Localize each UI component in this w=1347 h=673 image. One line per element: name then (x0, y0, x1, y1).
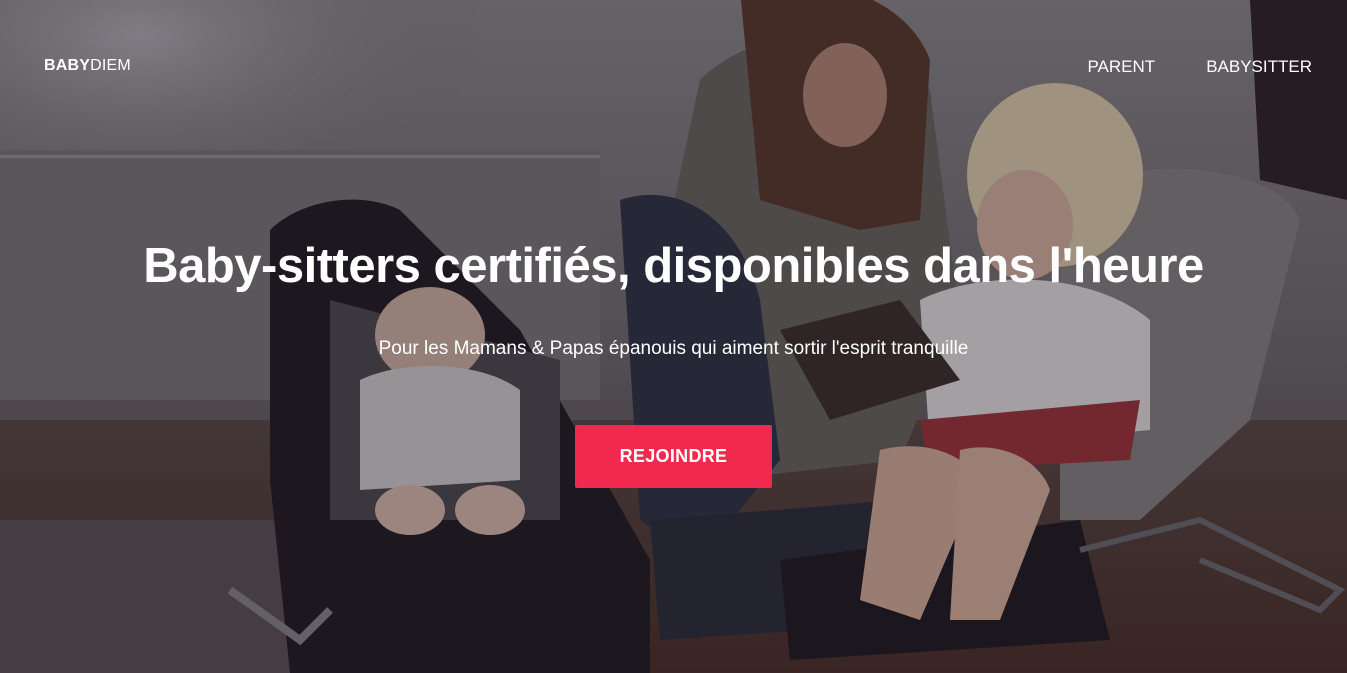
logo-bold-text: BABY (44, 57, 91, 74)
brand-logo[interactable]: BABYDIEM (44, 57, 131, 75)
top-navigation: BABYDIEM PARENT BABYSITTER (0, 0, 1347, 134)
nav-link-parent[interactable]: PARENT (1087, 57, 1155, 77)
hero-headline: Baby-sitters certifiés, disponibles dans… (143, 239, 1204, 293)
join-button[interactable]: REJOINDRE (575, 425, 772, 488)
hero-section: BABYDIEM PARENT BABYSITTER Baby-sitters … (0, 0, 1347, 673)
hero-subtitle: Pour les Mamans & Papas épanouis qui aim… (378, 338, 969, 359)
nav-links: PARENT BABYSITTER (1087, 57, 1312, 77)
logo-light-text: DIEM (90, 57, 131, 74)
nav-link-babysitter[interactable]: BABYSITTER (1206, 57, 1312, 77)
